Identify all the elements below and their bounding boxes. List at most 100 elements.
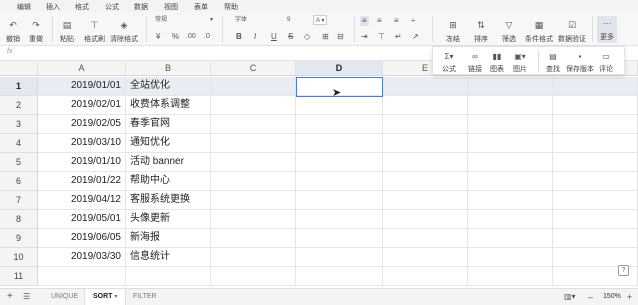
table-cell[interactable] — [383, 134, 468, 153]
border-icon[interactable]: ⊞ — [322, 32, 329, 42]
conditional-format-button[interactable]: ▦ 条件格式 — [525, 20, 553, 44]
view-mode-icon[interactable]: ▥▾ — [564, 290, 576, 304]
filter-button[interactable]: ▽ 筛选 — [502, 20, 516, 44]
sheet-tab-filter[interactable]: FILTER — [125, 289, 165, 305]
table-cell[interactable] — [383, 153, 468, 172]
rotate-text-icon[interactable]: ↗ — [412, 32, 419, 42]
table-cell[interactable] — [211, 267, 296, 286]
table-cell[interactable] — [211, 115, 296, 134]
table-cell[interactable] — [468, 77, 553, 96]
align-right-icon[interactable]: ≡ — [394, 16, 399, 26]
table-cell[interactable] — [383, 191, 468, 210]
row-header[interactable]: 6 — [0, 172, 38, 191]
table-cell[interactable]: 新海报 — [126, 229, 211, 248]
table-cell[interactable]: 2019/04/12 — [38, 191, 126, 210]
table-cell[interactable] — [383, 267, 468, 286]
valign-icon[interactable]: ÷ — [411, 16, 415, 26]
row-header[interactable]: 7 — [0, 191, 38, 210]
table-cell[interactable] — [211, 96, 296, 115]
table-cell[interactable] — [383, 248, 468, 267]
sheet-tab-unique[interactable]: UNIQUE — [43, 289, 86, 305]
select-all-corner[interactable] — [0, 61, 38, 76]
menu-formula[interactable]: 公式 — [105, 2, 119, 12]
font-family-select[interactable]: 字体 — [235, 15, 247, 25]
table-cell[interactable] — [468, 153, 553, 172]
clear-format-button[interactable]: ◈ 清除格式 — [110, 20, 138, 44]
row-header[interactable]: 3 — [0, 115, 38, 134]
row-header[interactable]: 1 — [0, 77, 38, 96]
column-header-c[interactable]: C — [211, 61, 296, 76]
table-cell[interactable] — [211, 134, 296, 153]
table-cell[interactable] — [296, 267, 383, 286]
table-cell[interactable] — [38, 267, 126, 286]
table-cell[interactable]: 收费体系调整 — [126, 96, 211, 115]
row-header[interactable]: 10 — [0, 248, 38, 267]
table-cell[interactable]: 全站优化 — [126, 77, 211, 96]
table-cell[interactable] — [211, 248, 296, 267]
table-cell[interactable]: 信息统计 — [126, 248, 211, 267]
table-cell[interactable]: 2019/03/10 — [38, 134, 126, 153]
row-header[interactable]: 8 — [0, 210, 38, 229]
sheet-list-icon[interactable]: ☰ — [23, 290, 30, 304]
table-cell[interactable]: 2019/01/10 — [38, 153, 126, 172]
bold-button[interactable]: B — [236, 32, 242, 42]
menu-data[interactable]: 数据 — [134, 2, 148, 12]
menu-help[interactable]: 帮助 — [224, 2, 238, 12]
menu-format[interactable]: 格式 — [75, 2, 89, 12]
table-cell[interactable] — [383, 77, 468, 96]
underline-button[interactable]: U — [271, 32, 277, 42]
find-button[interactable]: ▤ 查找 — [546, 51, 560, 74]
decrease-decimal-button[interactable]: .0 — [204, 32, 210, 42]
table-cell[interactable]: 2019/03/30 — [38, 248, 126, 267]
table-cell[interactable] — [553, 191, 638, 210]
table-cell[interactable]: 2019/06/05 — [38, 229, 126, 248]
table-cell[interactable]: 通知优化 — [126, 134, 211, 153]
table-cell[interactable] — [383, 229, 468, 248]
paste-button[interactable]: ▤ 粘贴 — [60, 20, 74, 44]
table-cell[interactable] — [383, 96, 468, 115]
table-cell[interactable] — [468, 96, 553, 115]
sort-button[interactable]: ⇅ 排序 — [474, 20, 488, 44]
wrap-text-icon[interactable]: ⇥ — [361, 32, 368, 42]
table-cell[interactable]: 2019/05/01 — [38, 210, 126, 229]
table-cell[interactable] — [296, 248, 383, 267]
image-button[interactable]: ▣▾ 图片 — [513, 51, 527, 74]
table-cell[interactable] — [553, 210, 638, 229]
table-cell[interactable] — [553, 115, 638, 134]
freeze-button[interactable]: ⊞ 冻结 — [446, 20, 460, 44]
table-cell[interactable] — [211, 153, 296, 172]
table-cell[interactable]: 春季官网 — [126, 115, 211, 134]
table-cell[interactable] — [211, 77, 296, 96]
row-header[interactable]: 9 — [0, 229, 38, 248]
table-cell[interactable]: 活动 banner — [126, 153, 211, 172]
align-left-icon[interactable]: ≡ — [360, 16, 369, 26]
table-cell[interactable] — [296, 172, 383, 191]
table-cell[interactable]: 2019/02/05 — [38, 115, 126, 134]
row-header[interactable]: 11 — [0, 267, 38, 286]
format-painter-button[interactable]: ⊤ 格式刷 — [84, 20, 105, 44]
align-top-icon[interactable]: ⊤ — [378, 32, 385, 42]
table-cell[interactable] — [468, 267, 553, 286]
table-cell[interactable] — [296, 210, 383, 229]
table-cell[interactable] — [383, 172, 468, 191]
table-cell[interactable] — [553, 96, 638, 115]
increase-decimal-button[interactable]: .00 — [186, 32, 196, 42]
table-cell[interactable] — [383, 210, 468, 229]
comment-button[interactable]: ▭ 评论 — [599, 51, 613, 74]
redo-button[interactable]: ↷ 重做 — [29, 20, 43, 44]
help-icon[interactable]: ? — [618, 265, 629, 276]
menu-view[interactable]: 视图 — [164, 2, 178, 12]
table-cell[interactable] — [468, 210, 553, 229]
link-button[interactable]: ∞ 链接 — [468, 51, 482, 74]
table-cell[interactable] — [553, 229, 638, 248]
strikethrough-button[interactable]: S — [288, 32, 293, 42]
menu-insert[interactable]: 插入 — [46, 2, 60, 12]
table-cell[interactable] — [211, 229, 296, 248]
table-cell[interactable] — [468, 134, 553, 153]
add-sheet-icon[interactable]: + — [7, 290, 13, 304]
table-cell[interactable]: 2019/02/01 — [38, 96, 126, 115]
save-version-button[interactable]: ▪ 保存版本 — [566, 51, 594, 74]
table-cell[interactable] — [211, 172, 296, 191]
font-size-select[interactable]: 9 — [287, 15, 290, 25]
table-cell[interactable] — [553, 77, 638, 96]
